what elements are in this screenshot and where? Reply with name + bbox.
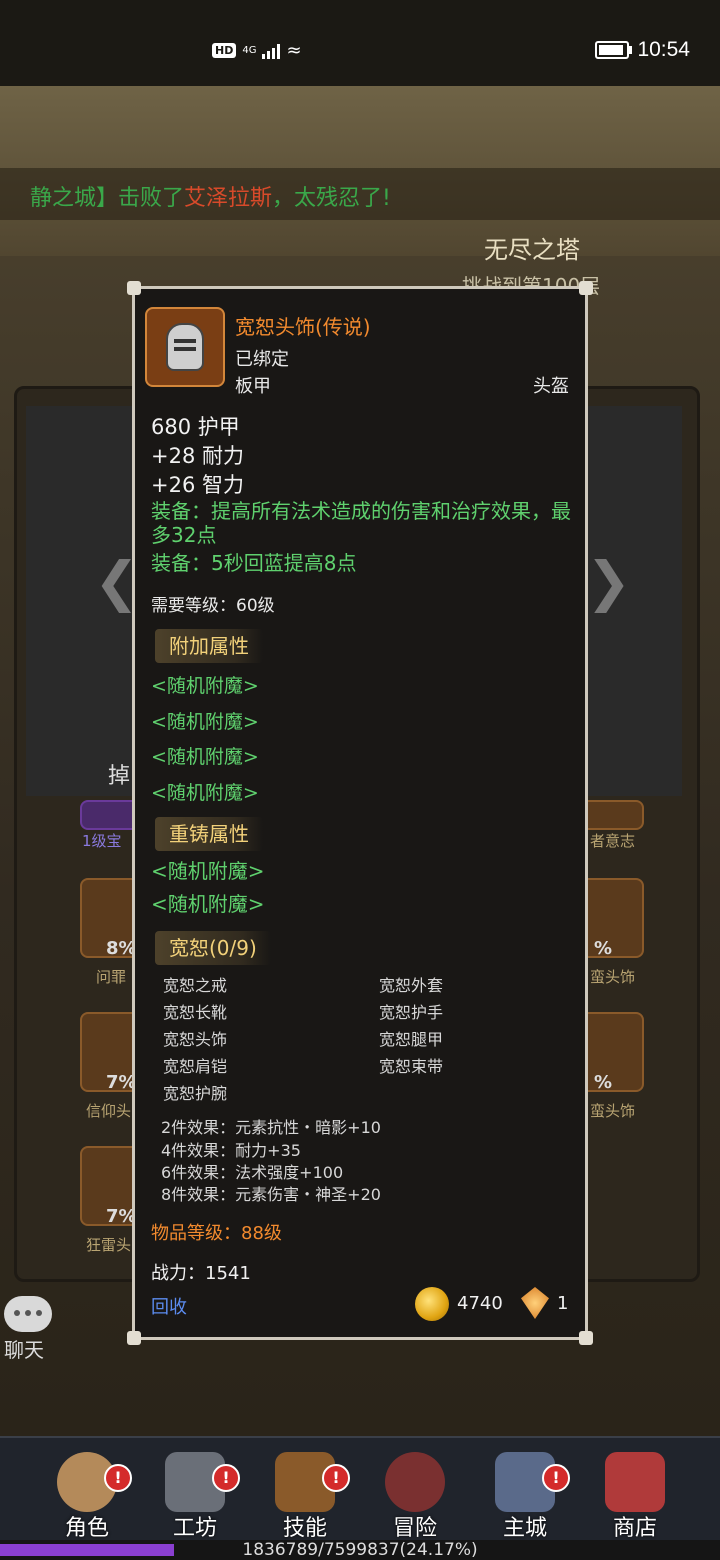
status-right: 10:54 [595, 38, 690, 62]
nav-shop[interactable]: 商店 [580, 1438, 690, 1542]
signal-icon [262, 43, 281, 59]
equip-slot: 头盔 [533, 376, 569, 397]
alert-badge: ! [322, 1464, 350, 1492]
set-item: 宽恕长靴 [163, 1003, 228, 1022]
nav-main-city[interactable]: ! 主城 [470, 1438, 580, 1542]
bottom-nav: ! 角色 ! 工坊 ! 技能 冒险 ! 主城 商店 [0, 1436, 720, 1542]
stat-stamina: +28 耐力 [151, 444, 244, 468]
status-bar: HD 4G ≈ 10:54 [0, 0, 720, 86]
random-enchant: <随机附魔> [151, 892, 265, 916]
recycle-button[interactable]: 回收 [151, 1293, 187, 1319]
crossed-swords-icon [385, 1452, 445, 1512]
corner-ornament [579, 281, 593, 295]
news-ticker: 静之城】击败了艾泽拉斯，太残忍了! [0, 168, 720, 220]
combat-power: 战力：1541 [151, 1263, 251, 1284]
hd-icon: HD [212, 43, 237, 58]
wifi-icon: ≈ [286, 40, 302, 61]
drop-slot-label: 蛮头饰 [590, 968, 636, 986]
nav-label: 商店 [612, 1516, 657, 1541]
drop-slot-pct: % [594, 938, 613, 959]
clock: 10:54 [637, 38, 690, 61]
ticker-suffix: ，太残忍了! [272, 186, 391, 211]
gem-amount: 1 [557, 1293, 569, 1314]
nav-label: 技能 [282, 1516, 327, 1541]
drop-slot-label: 蛮头饰 [590, 1102, 636, 1120]
nav-label: 工坊 [172, 1516, 217, 1541]
drop-slot-pct: % [594, 1072, 613, 1093]
alert-badge: ! [104, 1464, 132, 1492]
battery-icon [595, 41, 633, 59]
network-label: 4G [242, 45, 257, 56]
stat-armor: 680 护甲 [151, 415, 240, 439]
item-name: 宽恕头饰(传说) [235, 315, 371, 339]
corner-ornament [127, 1331, 141, 1345]
corner-ornament [127, 281, 141, 295]
set-item: 宽恕外套 [379, 976, 444, 995]
chat-button[interactable]: 聊天 [4, 1296, 56, 1362]
shop-icon [605, 1452, 665, 1512]
set-item: 宽恕头饰 [163, 1030, 228, 1049]
drop-slot-label: 信仰头 [86, 1102, 132, 1120]
drop-tab[interactable]: 掉 [108, 758, 130, 790]
gold-coin-icon [415, 1287, 449, 1321]
armor-type: 板甲 [235, 376, 271, 397]
equip-effect: 装备：提高所有法术造成的伤害和治疗效果，最多32点 [151, 499, 571, 547]
random-enchant: <随机附魔> [151, 711, 259, 733]
set-bonus: 2件效果：元素抗性・暗影+10 [161, 1118, 381, 1137]
alert-badge: ! [542, 1464, 570, 1492]
xp-text: 1836789/7599837(24.17%) [242, 1540, 478, 1560]
stat-intellect: +26 智力 [151, 473, 244, 497]
set-item: 宽恕束带 [379, 1057, 444, 1076]
equip-effect: 装备：5秒回蓝提高8点 [151, 551, 357, 575]
nav-label: 角色 [64, 1516, 109, 1541]
set-item: 宽恕肩铠 [163, 1057, 228, 1076]
set-bonus: 4件效果：耐力+35 [161, 1141, 301, 1160]
set-title: 宽恕(0/9) [155, 931, 271, 965]
set-item: 宽恕之戒 [163, 976, 228, 995]
reforge-attr-title: 重铸属性 [155, 817, 263, 851]
corner-ornament [579, 1331, 593, 1345]
helmet-icon [145, 307, 225, 387]
drop-slot-label: 狂雷头 [86, 1236, 132, 1254]
gold-amount: 4740 [457, 1293, 503, 1314]
nav-character[interactable]: ! 角色 [32, 1438, 142, 1542]
xp-bar: 1836789/7599837(24.17%) [0, 1540, 720, 1560]
random-enchant: <随机附魔> [151, 859, 265, 883]
set-bonus: 6件效果：法术强度+100 [161, 1163, 344, 1182]
random-enchant: <随机附魔> [151, 782, 259, 804]
chat-label: 聊天 [4, 1338, 44, 1362]
prev-arrow-icon[interactable]: ❮ [94, 552, 139, 612]
set-item: 宽恕护腕 [163, 1084, 228, 1103]
ticker-prefix: 静之城】击败了 [30, 186, 185, 211]
random-enchant: <随机附魔> [151, 675, 259, 697]
required-level: 需要等级：60级 [151, 596, 275, 616]
drop-slot-label: 问罪 [96, 968, 127, 986]
chat-icon [4, 1296, 52, 1332]
drop-slot-label: 者意志 [590, 832, 636, 850]
ticker-text: 静之城】击败了艾泽拉斯，太残忍了! [30, 180, 391, 212]
extra-attr-title: 附加属性 [155, 629, 263, 663]
nav-workshop[interactable]: ! 工坊 [140, 1438, 250, 1542]
status-left: HD 4G ≈ [212, 40, 302, 61]
item-tooltip: 宽恕头饰(传说) 已绑定 板甲 头盔 680 护甲 +28 耐力 +26 智力 … [127, 281, 593, 1345]
alert-badge: ! [212, 1464, 240, 1492]
nav-adventure[interactable]: 冒险 [360, 1438, 470, 1542]
set-bonus: 8件效果：元素伤害・神圣+20 [161, 1185, 381, 1204]
nav-label: 主城 [502, 1516, 547, 1541]
drop-slot-label: 1级宝 [82, 832, 122, 850]
bound-status: 已绑定 [235, 349, 289, 370]
next-arrow-icon[interactable]: ❯ [586, 552, 631, 612]
item-level: 物品等级：88级 [151, 1223, 282, 1244]
nav-label: 冒险 [392, 1516, 437, 1541]
set-item: 宽恕护手 [379, 1003, 444, 1022]
random-enchant: <随机附魔> [151, 746, 259, 768]
gem-icon [521, 1287, 549, 1319]
set-item: 宽恕腿甲 [379, 1030, 444, 1049]
ticker-player: 艾泽拉斯 [184, 186, 273, 211]
nav-skills[interactable]: ! 技能 [250, 1438, 360, 1542]
tower-title[interactable]: 无尽之塔 [484, 230, 580, 265]
